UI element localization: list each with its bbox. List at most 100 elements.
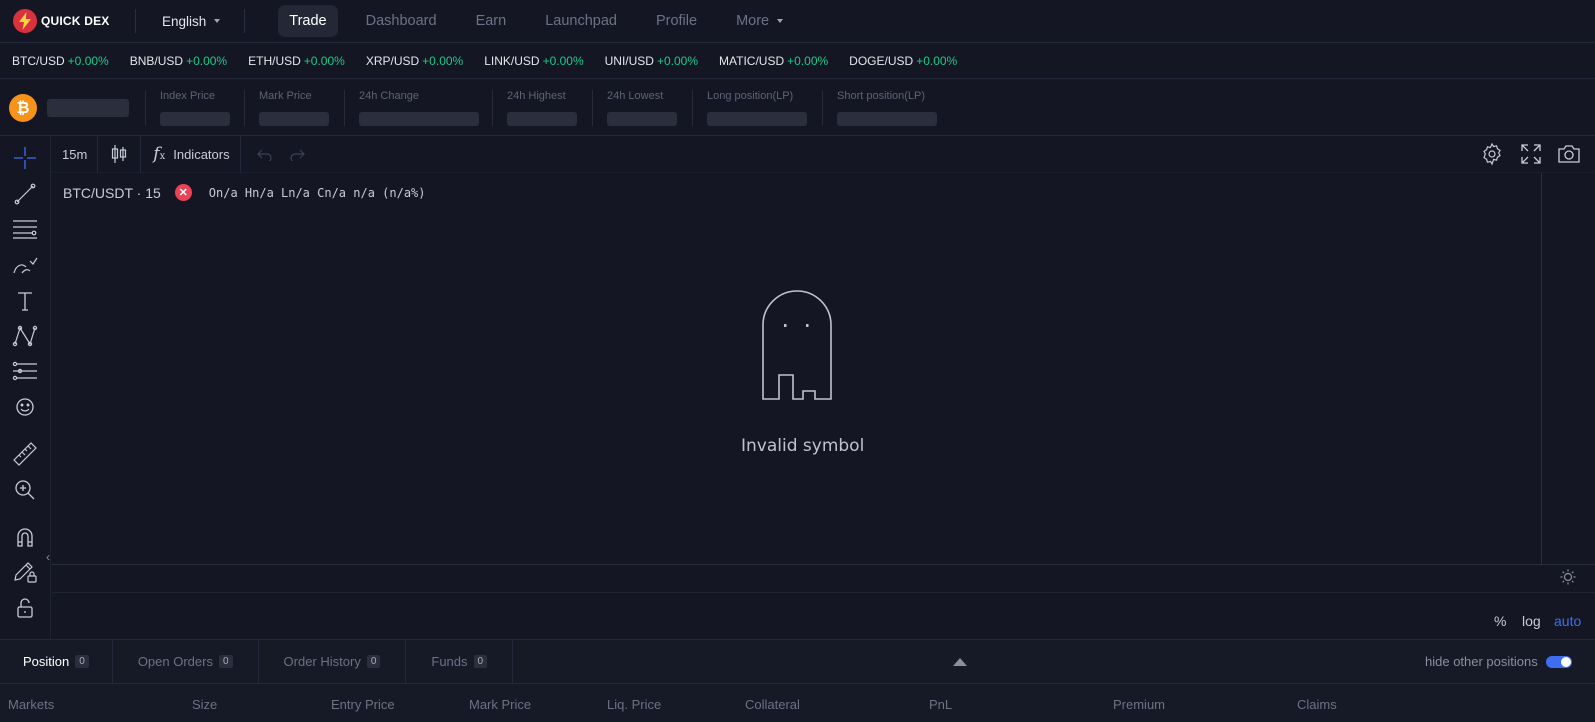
column-header: Size [192, 697, 218, 712]
ruler-icon[interactable] [11, 440, 39, 468]
ticker-item[interactable]: XRP/USD +0.00% [366, 54, 463, 68]
collapse-toolbar-icon[interactable]: ‹ [46, 550, 50, 564]
column-header: Claims [1297, 697, 1337, 712]
lightning-logo-icon [13, 9, 37, 33]
prediction-icon[interactable] [11, 357, 39, 385]
drawing-toolbar: ‹ [0, 136, 51, 639]
column-header: PnL [929, 697, 953, 712]
market-stats-bar: ₿ Index Price Mark Price 24h Change 24h … [0, 80, 1595, 136]
divider [244, 9, 246, 33]
chart-symbol[interactable]: BTC/USDT · 15 [63, 185, 161, 201]
expand-panel-icon[interactable] [953, 658, 967, 666]
pattern-icon[interactable] [11, 322, 39, 350]
logo-text: QUICK DEX [41, 14, 110, 28]
time-axis-divider [52, 564, 1595, 565]
column-header: Liq. Price [607, 697, 662, 712]
brightness-icon[interactable] [1560, 569, 1576, 590]
nav-more[interactable]: More [725, 5, 794, 37]
ticker-item[interactable]: BNB/USD +0.00% [130, 54, 227, 68]
ghost-icon [761, 289, 833, 406]
brush-icon[interactable] [11, 251, 39, 279]
nav-more-label: More [736, 13, 770, 29]
nav-dashboard[interactable]: Dashboard [355, 5, 448, 37]
tab-open-orders[interactable]: Open Orders 0 [113, 640, 259, 683]
nav-trade[interactable]: Trade [278, 5, 338, 37]
undo-icon[interactable] [241, 136, 281, 173]
ticker-item[interactable]: LINK/USD +0.00% [484, 54, 583, 68]
lock-drawings-icon[interactable] [11, 558, 39, 586]
error-close-icon[interactable]: ✕ [174, 184, 192, 201]
count-badge: 0 [75, 655, 89, 668]
nav-profile[interactable]: Profile [645, 5, 708, 37]
price-ticker: BTC/USD +0.00% BNB/USD +0.00% ETH/USD +0.00… [0, 43, 1595, 79]
redo-icon[interactable] [281, 136, 313, 173]
nav-launchpad[interactable]: Launchpad [534, 5, 628, 37]
camera-icon[interactable] [1557, 143, 1581, 170]
value-placeholder [707, 111, 807, 126]
chart-top-toolbar: 15m fx Indicators [52, 135, 1595, 173]
price-axis-divider [1541, 173, 1542, 564]
column-header: Entry Price [331, 697, 395, 712]
ticker-item[interactable]: MATIC/USD +0.00% [719, 54, 828, 68]
trend-line-icon[interactable] [11, 180, 39, 208]
column-header: Mark Price [469, 697, 532, 712]
invalid-symbol-message: Invalid symbol [741, 436, 865, 456]
top-navbar: QUICK DEX English Trade Dashboard Earn L… [0, 0, 1595, 43]
positions-panel: Position 0 Open Orders 0 Order History 0 Fu… [0, 639, 1595, 722]
bitcoin-icon: ₿ [9, 93, 37, 122]
magnet-icon[interactable] [11, 523, 39, 551]
language-label: English [162, 13, 207, 29]
tab-order-history[interactable]: Order History 0 [259, 640, 407, 683]
value-placeholder [160, 111, 230, 126]
interval-select[interactable]: 15m [52, 135, 99, 173]
value-placeholder [507, 111, 577, 126]
ticker-item[interactable]: ETH/USD +0.00% [248, 54, 345, 68]
settings-icon[interactable] [1480, 142, 1504, 171]
hide-other-positions-toggle[interactable] [1545, 655, 1572, 668]
main-nav: Trade Dashboard Earn Launchpad Profile M… [278, 5, 811, 37]
percent-scale-toggle[interactable]: % [1494, 613, 1506, 629]
auto-scale-toggle[interactable]: auto [1554, 613, 1581, 629]
logo[interactable]: QUICK DEX [13, 9, 135, 33]
ticker-item[interactable]: UNI/USD +0.00% [605, 54, 698, 68]
chevron-down-icon [777, 19, 784, 23]
candlestick-icon[interactable] [98, 135, 142, 173]
value-placeholder [837, 111, 937, 126]
indicators-label: Indicators [173, 146, 230, 162]
hide-other-positions-control[interactable]: hide other positions [1425, 654, 1572, 669]
emoji-icon[interactable] [11, 393, 39, 421]
nav-earn[interactable]: Earn [465, 5, 518, 37]
column-header: Premium [1113, 697, 1166, 712]
stat-mark-price: Mark Price [244, 89, 344, 126]
tab-position[interactable]: Position 0 [0, 640, 113, 683]
stat-long-position: Long position(LP) [692, 89, 822, 126]
fib-retracement-icon[interactable] [11, 215, 39, 243]
positions-table-header: Markets Size Entry Price Mark Price Liq.… [0, 697, 1595, 717]
count-badge: 0 [473, 655, 488, 668]
tab-funds[interactable]: Funds 0 [406, 640, 514, 683]
ticker-item[interactable]: DOGE/USD +0.00% [849, 54, 957, 68]
zoom-in-icon[interactable] [11, 476, 39, 504]
hide-other-positions-label: hide other positions [1425, 654, 1538, 669]
crosshair-icon[interactable] [11, 144, 39, 172]
log-scale-toggle[interactable]: log [1522, 613, 1541, 629]
value-placeholder [607, 111, 677, 126]
positions-tabs: Position 0 Open Orders 0 Order History 0 Fu… [0, 640, 1595, 684]
ticker-item[interactable]: BTC/USD +0.00% [12, 54, 109, 68]
text-icon[interactable] [11, 287, 39, 315]
unlock-icon[interactable] [11, 594, 39, 622]
function-icon: fx [153, 144, 166, 164]
indicators-button[interactable]: fx Indicators [141, 135, 241, 173]
stat-24h-lowest: 24h Lowest [592, 89, 692, 126]
count-badge: 0 [366, 655, 381, 668]
stat-short-position: Short position(LP) [822, 89, 952, 126]
chart-panel: ‹ 15m fx Indicators BTC/USDT · 15 ✕ On/a… [0, 135, 1595, 639]
count-badge: 0 [218, 655, 233, 668]
stat-index-price: Index Price [145, 89, 244, 126]
language-select[interactable]: English [136, 14, 244, 29]
stat-24h-highest: 24h Highest [492, 89, 592, 126]
fullscreen-icon[interactable] [1520, 143, 1542, 170]
market-name-placeholder[interactable] [47, 98, 129, 117]
chart-legend: BTC/USDT · 15 ✕ On/a Hn/a Ln/a Cn/a n/a … [63, 184, 426, 201]
value-placeholder [359, 111, 479, 126]
